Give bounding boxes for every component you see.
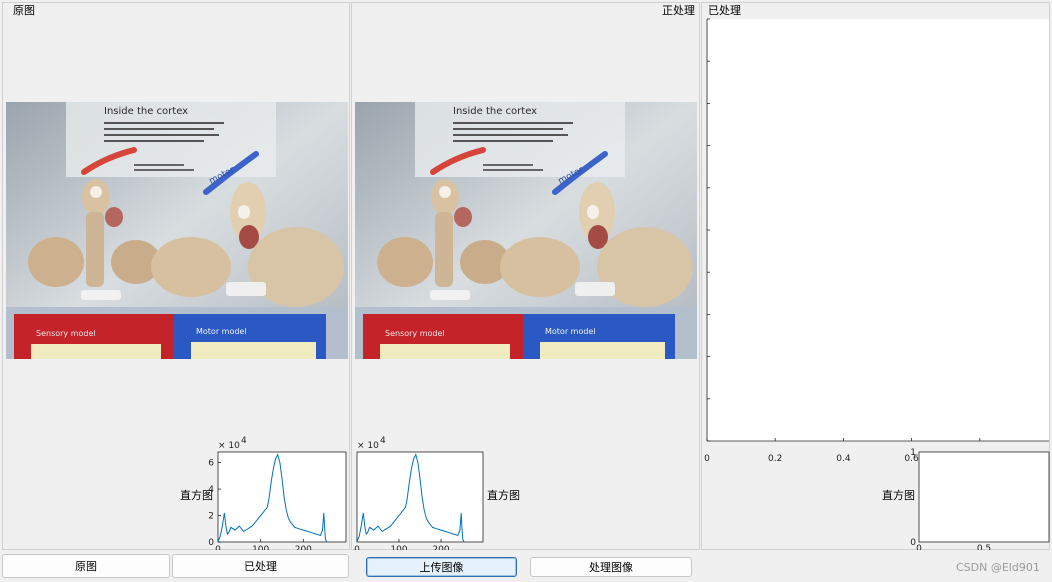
empty-axes-x-tick-label: 0.4 — [836, 454, 851, 464]
empty-axes-plot-area — [707, 19, 1049, 441]
processed-histogram-y-tick-label: 1 — [910, 448, 916, 458]
original-panel-title: 原图 — [11, 4, 37, 17]
y-tick-label: 6 — [208, 459, 214, 469]
processing-photo: Inside the cortex motor Sensory model Mo… — [355, 102, 697, 359]
processing-histogram: × 10 4 0 100 200 — [354, 436, 484, 550]
photo-heading: Inside the cortex — [453, 106, 537, 117]
original-histogram-label: 直方图 — [180, 489, 213, 502]
photo-label-right: Motor model — [196, 327, 247, 336]
x-tick-label: 100 — [252, 545, 269, 550]
processed-button[interactable]: 已处理 — [172, 554, 349, 578]
processed-histogram-x-tick-label: 0 — [916, 544, 922, 550]
processing-panel-title: 正处理 — [660, 4, 697, 17]
empty-axes-x-tick-label: 0.2 — [768, 454, 782, 464]
x-tick-label: 0 — [215, 545, 221, 550]
watermark-text: CSDN @Eld901 — [956, 561, 1040, 574]
processed-histogram-x-tick-label: 0.5 — [977, 544, 991, 550]
processed-image-axes: 00.20.40.60.8 — [704, 18, 1049, 464]
empty-axes-x-tick-label: 0 — [704, 454, 710, 464]
histogram-exponent-power: 4 — [241, 436, 247, 446]
x-tick-label: 100 — [390, 545, 407, 550]
processed-histogram-label: 直方图 — [882, 489, 915, 502]
process-image-button[interactable]: 处理图像 — [530, 557, 692, 577]
y-tick-label: 0 — [208, 538, 214, 548]
histogram-exponent-power: 4 — [380, 436, 386, 446]
y-tick-label: 2 — [208, 512, 214, 522]
original-button[interactable]: 原图 — [2, 554, 170, 578]
histogram-exponent-label: × 10 — [218, 441, 240, 451]
processed-histogram-plot-area — [918, 451, 1050, 543]
photo-heading: Inside the cortex — [104, 106, 188, 117]
photo-label-left: Sensory model — [36, 329, 96, 338]
x-tick-label: 0 — [354, 545, 360, 550]
original-photo: Inside the cortex motor Sensory model Mo… — [6, 102, 348, 359]
photo-graphic: Inside the cortex motor Sensory model Mo… — [355, 102, 697, 359]
histogram-exponent-label: × 10 — [357, 441, 379, 451]
processed-histogram: 010 0.5 — [910, 448, 1050, 550]
photo-label-left: Sensory model — [385, 329, 445, 338]
photo-graphic: Inside the cortex motor Sensory model Mo… — [6, 102, 348, 359]
photo-label-right: Motor model — [545, 327, 596, 336]
x-tick-label: 200 — [432, 545, 449, 550]
processing-histogram-label: 直方图 — [487, 489, 520, 502]
upload-image-button[interactable]: 上传图像 — [366, 557, 517, 577]
original-histogram: × 10 402460 100 200 — [208, 436, 347, 550]
x-tick-label: 200 — [295, 545, 312, 550]
